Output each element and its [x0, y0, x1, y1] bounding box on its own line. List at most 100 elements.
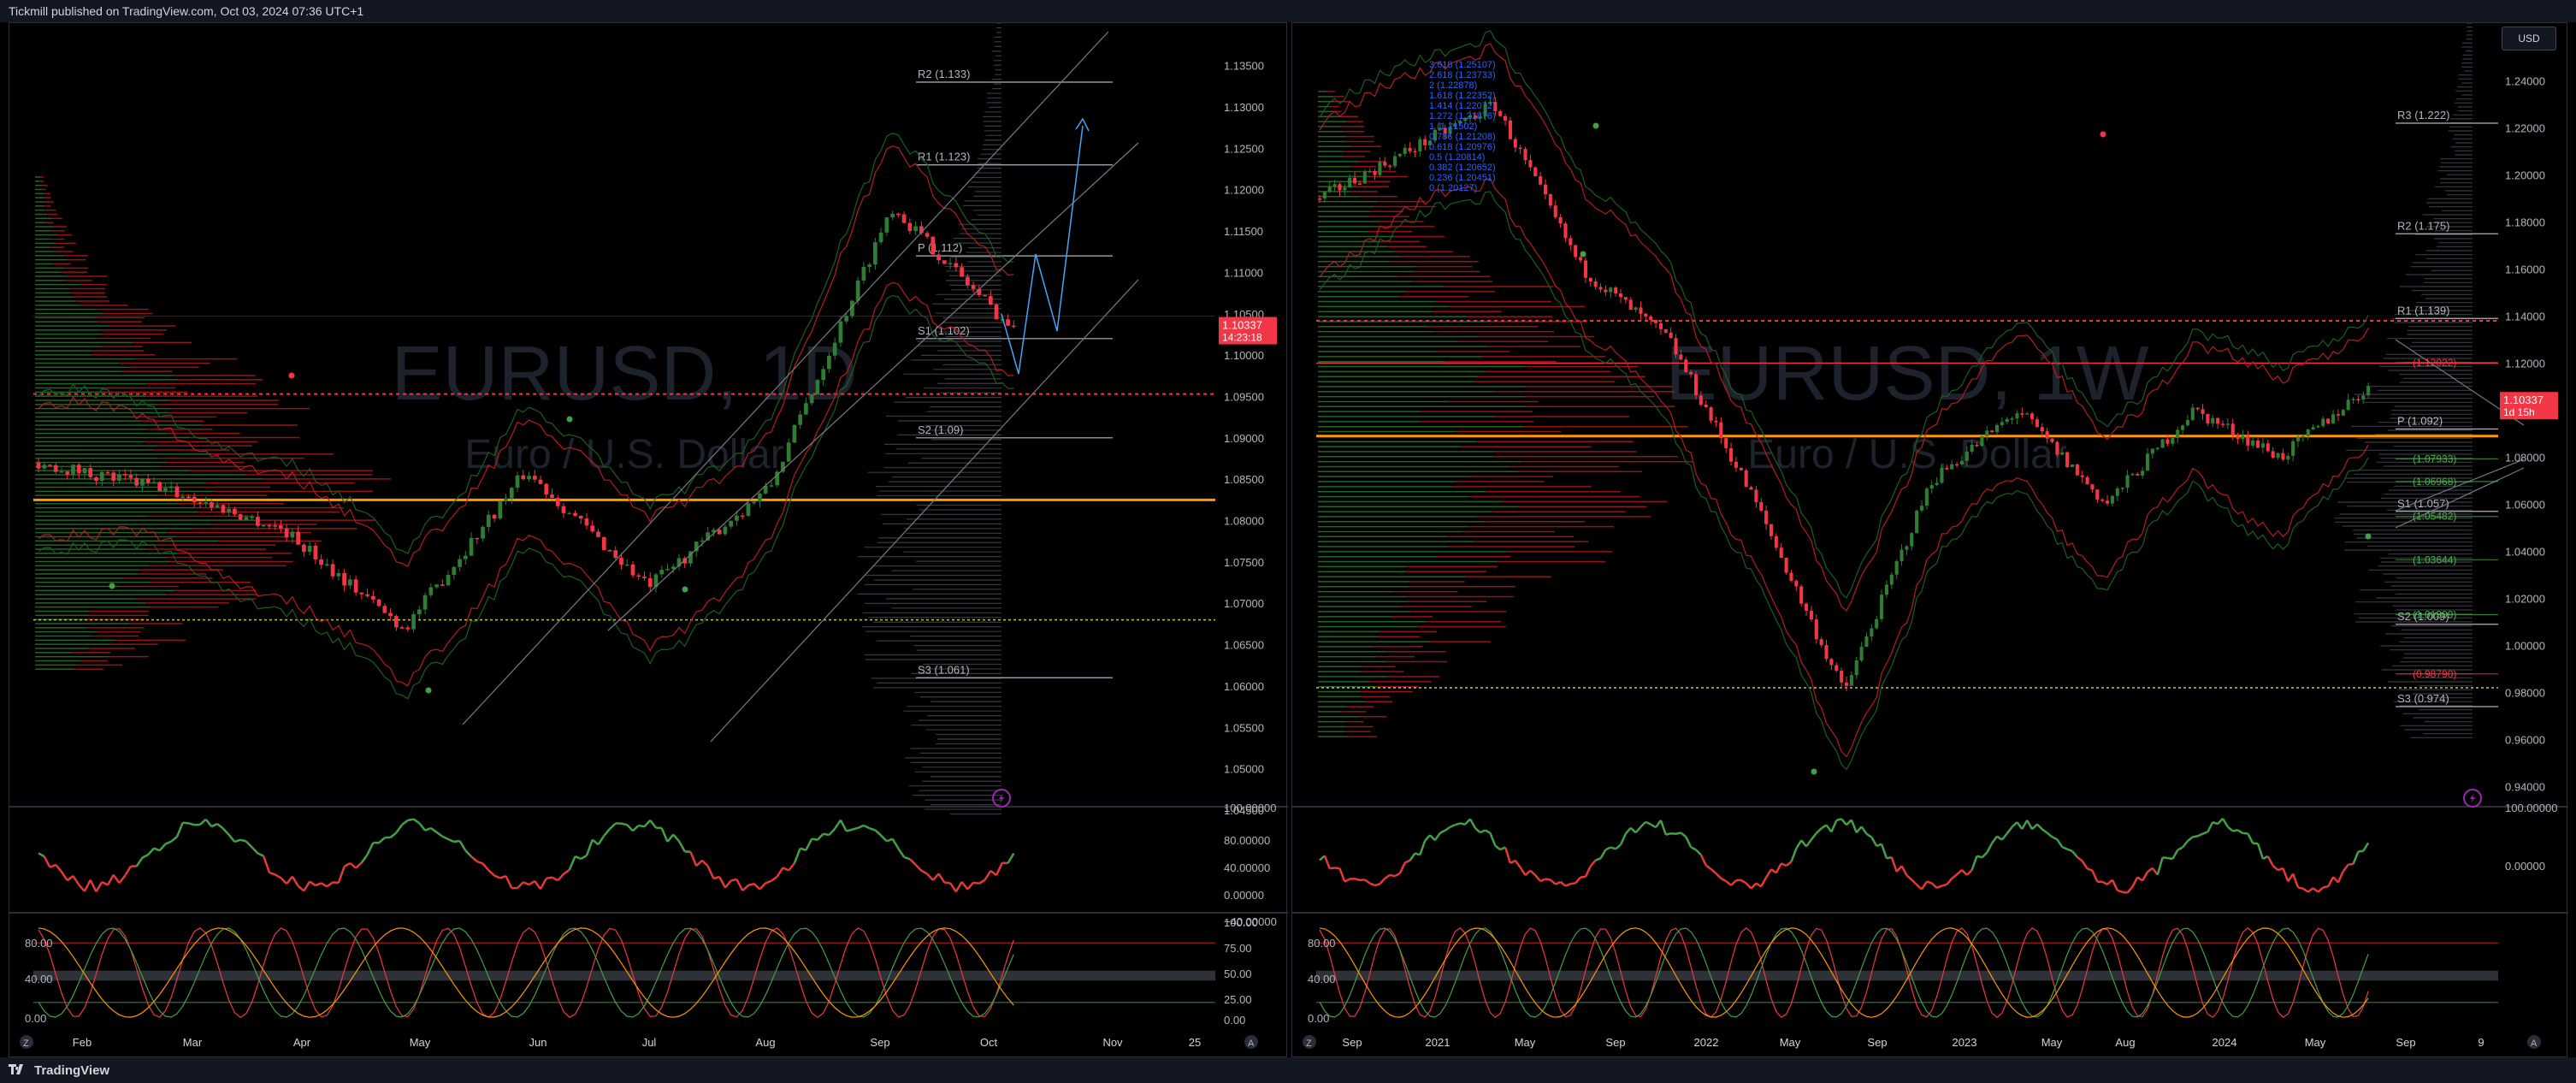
candle-body — [729, 520, 734, 527]
candle-body — [723, 526, 728, 535]
rsi-line-segment — [949, 882, 957, 893]
rsi-line-segment — [1504, 847, 1512, 864]
rsi-line-segment — [1911, 879, 1918, 886]
candle-body — [2206, 413, 2210, 423]
candle-body — [1889, 574, 1894, 585]
rsi-line-segment — [1599, 849, 1607, 859]
fib-level-label: (1.06968) — [2413, 476, 2456, 488]
rsi-line-segment — [1705, 864, 1712, 870]
rsi-line-segment — [158, 843, 167, 852]
rsi-line-segment — [38, 852, 45, 858]
left-chart-pane[interactable]: EURUSD, 1D Euro / U.S. Dollar R2 (1.133) R1… — [9, 22, 1288, 1058]
rsi-line-segment — [2081, 860, 2089, 870]
rsi-line-segment — [534, 880, 542, 891]
pivot-label: S3 (1.061) — [918, 663, 970, 676]
candle-body — [498, 500, 503, 519]
rsi-line-segment — [863, 824, 871, 830]
signal-dot — [2100, 131, 2106, 138]
candle-body — [2351, 399, 2355, 400]
candle-body — [1634, 307, 1638, 311]
right-chart-pane[interactable]: EURUSD, 1W Euro / U.S. Dollar R3 (1.222) R2… — [1291, 22, 2568, 1058]
candle-body — [2316, 426, 2320, 428]
rsi-line-segment — [2171, 849, 2179, 860]
rsi-line-segment — [563, 868, 570, 875]
rsi-line-segment — [1384, 873, 1391, 879]
candle-body — [1378, 162, 1382, 175]
rsi-line-segment — [695, 859, 703, 867]
candle-body — [1684, 359, 1688, 372]
rsi-line-segment — [487, 869, 495, 877]
rsi-line-segment — [320, 882, 328, 888]
rsi-line-segment — [701, 859, 709, 867]
candle-body — [458, 559, 462, 567]
rsi-line-segment — [1334, 867, 1340, 870]
candle-body — [2331, 414, 2336, 423]
time-axis-label: Feb — [73, 1036, 92, 1049]
candle-body — [1528, 160, 1533, 168]
candle-body — [1623, 297, 1628, 300]
rsi-line-segment — [297, 885, 305, 892]
rsi-line-segment — [2266, 855, 2274, 867]
rsi-line-segment — [2006, 826, 2013, 835]
candle-body — [376, 599, 381, 607]
rsi-line-segment — [1855, 826, 1863, 834]
rsi-line-segment — [603, 828, 611, 837]
time-axis-label: 2024 — [2213, 1036, 2237, 1049]
rsi-line-segment — [164, 840, 172, 845]
signal-dot — [109, 583, 115, 589]
rsi-line-segment — [575, 855, 582, 861]
rsi-line-segment — [759, 882, 767, 891]
rsi-line-segment — [1584, 865, 1592, 878]
time-axis-label: 2021 — [1426, 1036, 1450, 1049]
candle-body — [151, 482, 157, 484]
candle-body — [2080, 475, 2084, 477]
stoch-axis-label: 75.00 — [1224, 942, 1252, 955]
candle-body — [532, 476, 537, 480]
candle-body — [2005, 418, 2009, 423]
price-axis-label: 1.06000 — [1224, 680, 1264, 693]
rsi-line-segment — [2036, 823, 2043, 831]
rsi-line-segment — [1725, 880, 1732, 886]
time-axis-label: Nov — [1102, 1036, 1123, 1049]
rsi-line-segment — [1690, 846, 1697, 851]
signal-dot — [2365, 533, 2372, 540]
rsi-line-segment — [482, 862, 490, 872]
rsi-line-segment — [349, 862, 357, 869]
rsi-line-segment — [1740, 879, 1747, 885]
candle-body — [76, 465, 81, 474]
rsi-line-segment — [118, 874, 127, 885]
candle-body — [122, 474, 127, 476]
price-axis-label: 1.00000 — [2505, 640, 2545, 653]
candle-body — [382, 606, 387, 613]
rsi-line-segment — [355, 861, 363, 869]
candle-body — [1508, 120, 1512, 139]
candle-body — [88, 468, 93, 477]
rsi-line-segment — [1559, 880, 1567, 887]
left-chart-canvas[interactable]: EURUSD, 1D Euro / U.S. Dollar R2 (1.133) R1… — [9, 23, 1288, 1058]
currency-button[interactable]: USD — [2502, 27, 2556, 50]
price-axis-label: 1.09000 — [1224, 432, 1264, 445]
rsi-line-segment — [464, 849, 472, 858]
rsi-line-segment — [275, 873, 281, 879]
candle-body — [2040, 427, 2044, 432]
rsi-line-segment — [672, 833, 680, 843]
rsi-line-segment — [852, 826, 859, 831]
rsi-line-segment — [2307, 887, 2314, 893]
right-chart-canvas[interactable]: EURUSD, 1W Euro / U.S. Dollar R3 (1.222) R2… — [1292, 23, 2568, 1058]
rsi-line-segment — [227, 834, 236, 843]
rsi-line-segment — [666, 833, 675, 843]
rsi-line-segment — [914, 863, 923, 872]
rsi-line-segment — [1379, 877, 1386, 885]
publisher-header: Tickmill published on TradingView.com, O… — [0, 0, 2576, 22]
tradingview-logo-icon — [9, 1062, 27, 1078]
candle-body — [630, 564, 635, 576]
price-axis-label: 1.12000 — [2505, 358, 2545, 370]
rsi-line-segment — [1970, 855, 1978, 871]
rsi-line-segment — [251, 846, 259, 855]
rsi-line-segment — [1815, 827, 1823, 834]
candle-body — [388, 613, 393, 617]
candle-body — [1543, 184, 1548, 195]
watermark-symbol: EURUSD, 1D — [391, 331, 857, 417]
candle-body — [1719, 422, 1723, 439]
candle-body — [1875, 618, 1879, 629]
